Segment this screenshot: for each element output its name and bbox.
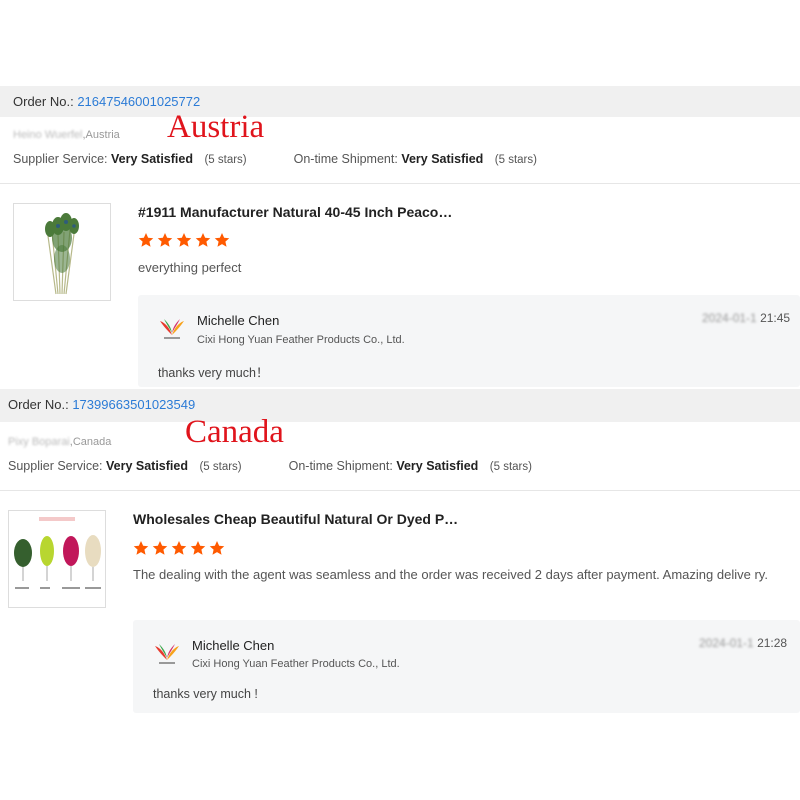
- shipment-label: On-time Shipment:: [293, 152, 398, 166]
- buyer-info: Pixy Boparai,Canada: [8, 436, 111, 448]
- shipment-stars: (5 stars): [494, 154, 537, 166]
- supplier-service-value: Very Satisfied: [105, 459, 188, 473]
- order-bar: Order No.: 21647546001025772: [0, 86, 800, 117]
- review-text: everything perfect: [138, 260, 242, 275]
- product-title-link[interactable]: Wholesales Cheap Beautiful Natural Or Dy…: [133, 511, 458, 527]
- dyed-feathers-icon: [14, 517, 101, 589]
- divider: [0, 183, 800, 184]
- buyer-info: Heino Wuerfel,Austria: [13, 129, 120, 141]
- buyer-name: Heino Wuerfel: [13, 129, 83, 141]
- star-rating: [133, 540, 225, 556]
- star-icon: [171, 541, 187, 555]
- order-number-link[interactable]: 21647546001025772: [77, 94, 200, 109]
- reply-message: thanks very much！: [158, 366, 269, 380]
- reply-timestamp: 2024-01-1 21:28: [699, 636, 787, 650]
- star-icon: [157, 233, 173, 247]
- star-icon: [138, 233, 154, 247]
- star-icon: [133, 541, 149, 555]
- shipment-label: On-time Shipment:: [288, 459, 393, 473]
- rating-summary: Supplier Service: Very Satisfied (5 star…: [13, 152, 537, 166]
- country-overlay-label: Austria: [167, 109, 265, 145]
- order-bar: Order No.: 17399663501023549: [0, 389, 800, 422]
- order-label: Order No.:: [13, 94, 74, 109]
- star-icon: [214, 233, 230, 247]
- buyer-name: Pixy Boparai: [8, 436, 70, 448]
- supplier-reply: Michelle Chen Cixi Hong Yuan Feather Pro…: [138, 295, 800, 387]
- reply-time: 21:28: [757, 636, 788, 650]
- reply-date-masked: 2024-01-1: [699, 636, 754, 650]
- supplier-rep-name: Michelle Chen: [192, 638, 275, 653]
- supplier-service-label: Supplier Service:: [8, 459, 103, 473]
- divider: [0, 490, 800, 491]
- reply-date-masked: 2024-01-1: [702, 311, 757, 325]
- product-title-link[interactable]: #1911 Manufacturer Natural 40-45 Inch Pe…: [138, 204, 452, 220]
- supplier-reply: Michelle Chen Cixi Hong Yuan Feather Pro…: [133, 620, 800, 713]
- supplier-service-label: Supplier Service:: [13, 152, 108, 166]
- star-icon: [209, 541, 225, 555]
- product-thumbnail[interactable]: [13, 203, 111, 301]
- supplier-company: Cixi Hong Yuan Feather Products Co., Ltd…: [197, 334, 405, 346]
- supplier-service-value: Very Satisfied: [110, 152, 193, 166]
- peacock-feather-bundle-icon: [45, 213, 79, 295]
- rating-summary: Supplier Service: Very Satisfied (5 star…: [8, 459, 532, 473]
- shipment-value: Very Satisfied: [401, 152, 484, 166]
- star-rating: [138, 232, 230, 248]
- reply-time: 21:45: [760, 311, 791, 325]
- star-icon: [152, 541, 168, 555]
- reply-message: thanks very much !: [153, 687, 258, 701]
- shipment-value: Very Satisfied: [396, 459, 479, 473]
- product-thumbnail[interactable]: [8, 510, 106, 608]
- order-label: Order No.:: [8, 397, 69, 412]
- buyer-country: ,Canada: [69, 436, 112, 448]
- shipment-stars: (5 stars): [489, 461, 532, 473]
- star-icon: [176, 233, 192, 247]
- review-text: The dealing with the agent was seamless …: [133, 567, 768, 582]
- reply-timestamp: 2024-01-1 21:45: [702, 311, 790, 325]
- order-number-link[interactable]: 17399663501023549: [72, 397, 195, 412]
- country-overlay-label: Canada: [185, 414, 284, 450]
- supplier-rep-name: Michelle Chen: [197, 313, 280, 328]
- supplier-logo-icon: [155, 644, 179, 664]
- supplier-service-stars: (5 stars): [199, 461, 242, 473]
- star-icon: [195, 233, 211, 247]
- supplier-company: Cixi Hong Yuan Feather Products Co., Ltd…: [192, 658, 400, 670]
- supplier-service-stars: (5 stars): [204, 154, 247, 166]
- buyer-country: ,Austria: [82, 129, 120, 141]
- star-icon: [190, 541, 206, 555]
- supplier-logo-icon: [160, 319, 184, 339]
